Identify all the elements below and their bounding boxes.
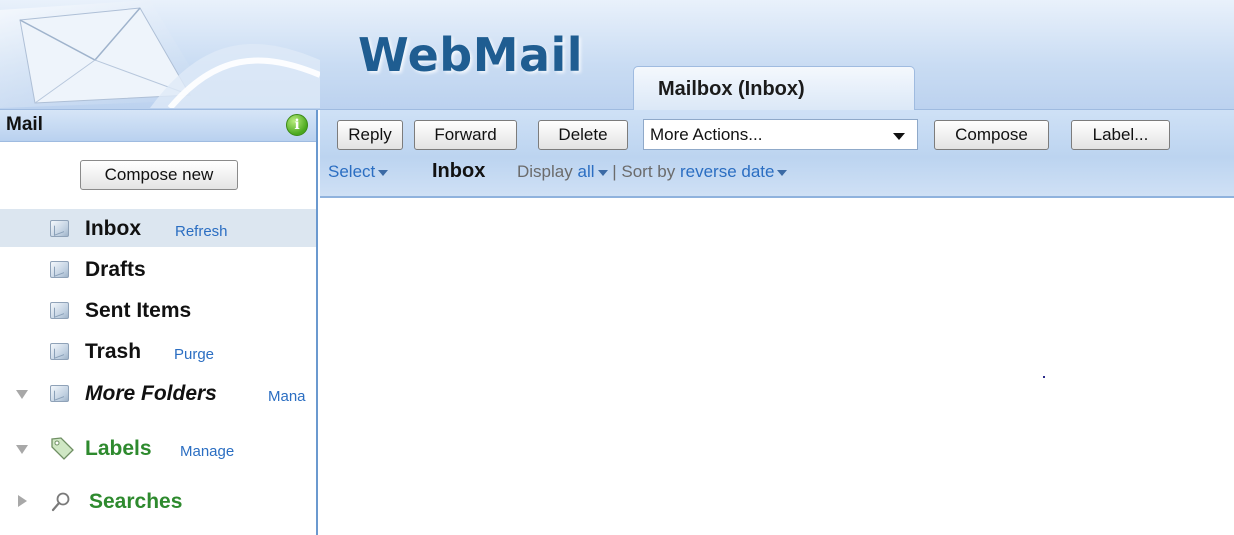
folder-label-labels[interactable]: Labels [85,437,152,461]
folder-label-drafts[interactable]: Drafts [85,258,146,282]
sidebar-item-inbox[interactable]: Inbox Refresh [0,209,316,247]
sidebar-item-labels[interactable]: Labels Manage [0,429,316,467]
sidebar-item-sent-items[interactable]: Sent Items [0,291,316,329]
more-actions-value: More Actions... [650,125,763,144]
sort-prefix: Sort by [621,162,676,181]
envelope-logo-icon [0,0,320,108]
search-icon [51,492,70,512]
folder-icon [50,302,69,319]
separator: | [612,162,617,181]
mail-panel-title: Mail [6,114,43,135]
delete-button[interactable]: Delete [538,120,628,150]
tab-mailbox-inbox[interactable]: Mailbox (Inbox) [633,66,915,110]
manage-folders-link[interactable]: Mana [268,388,306,405]
expand-triangle-icon[interactable] [16,445,28,454]
sort-reverse-date-link[interactable]: reverse date [680,162,775,181]
view-options: Display all | Sort by reverse date [517,162,788,188]
expand-triangle-icon[interactable] [16,390,28,399]
folder-icon [50,385,69,402]
sidebar-item-more-folders[interactable]: More Folders Mana [0,374,316,412]
app-title: WebMail [358,28,584,82]
compose-new-button[interactable]: Compose new [80,160,238,190]
more-actions-select[interactable]: More Actions... [643,119,918,150]
sort-dropdown-icon[interactable] [777,169,788,176]
select-dropdown-icon[interactable] [378,169,389,176]
folder-label-trash[interactable]: Trash [85,340,141,364]
collapsed-triangle-icon[interactable] [18,495,27,507]
sidebar-item-trash[interactable]: Trash Purge [0,332,316,370]
display-dropdown-icon[interactable] [597,169,608,176]
compose-button[interactable]: Compose [934,120,1049,150]
folder-label-sent-items[interactable]: Sent Items [85,299,191,323]
folder-icon [50,220,69,237]
label-button[interactable]: Label... [1071,120,1170,150]
folder-label-inbox[interactable]: Inbox [85,217,141,241]
sidebar-item-searches[interactable]: Searches [0,482,316,520]
reply-button[interactable]: Reply [337,120,403,150]
folder-label-searches[interactable]: Searches [89,490,182,514]
select-menu[interactable]: Select [328,162,389,188]
dropdown-arrow-icon [893,133,905,140]
select-link[interactable]: Select [328,162,375,181]
display-prefix: Display [517,162,573,181]
info-icon[interactable]: i [286,114,308,136]
folder-icon [50,261,69,278]
mail-panel-header: Mail i [0,110,316,142]
mailbox-heading: Inbox [432,160,486,182]
forward-button[interactable]: Forward [414,120,517,150]
app-header: WebMail Mailbox (Inbox) [0,0,1234,110]
message-toolbar: Reply Forward Delete More Actions... Com… [320,110,1234,198]
sidebar-item-drafts[interactable]: Drafts [0,250,316,288]
folder-icon [50,343,69,360]
purge-link[interactable]: Purge [174,346,214,363]
message-list-area[interactable] [320,200,1234,535]
stray-pixel [1043,376,1045,378]
manage-labels-link[interactable]: Manage [180,443,234,460]
sidebar: Mail i Compose new Inbox Refresh Drafts … [0,110,318,535]
tag-icon [51,437,74,460]
refresh-link[interactable]: Refresh [175,223,228,240]
display-all-link[interactable]: all [577,162,594,181]
folder-label-more-folders[interactable]: More Folders [85,382,217,406]
